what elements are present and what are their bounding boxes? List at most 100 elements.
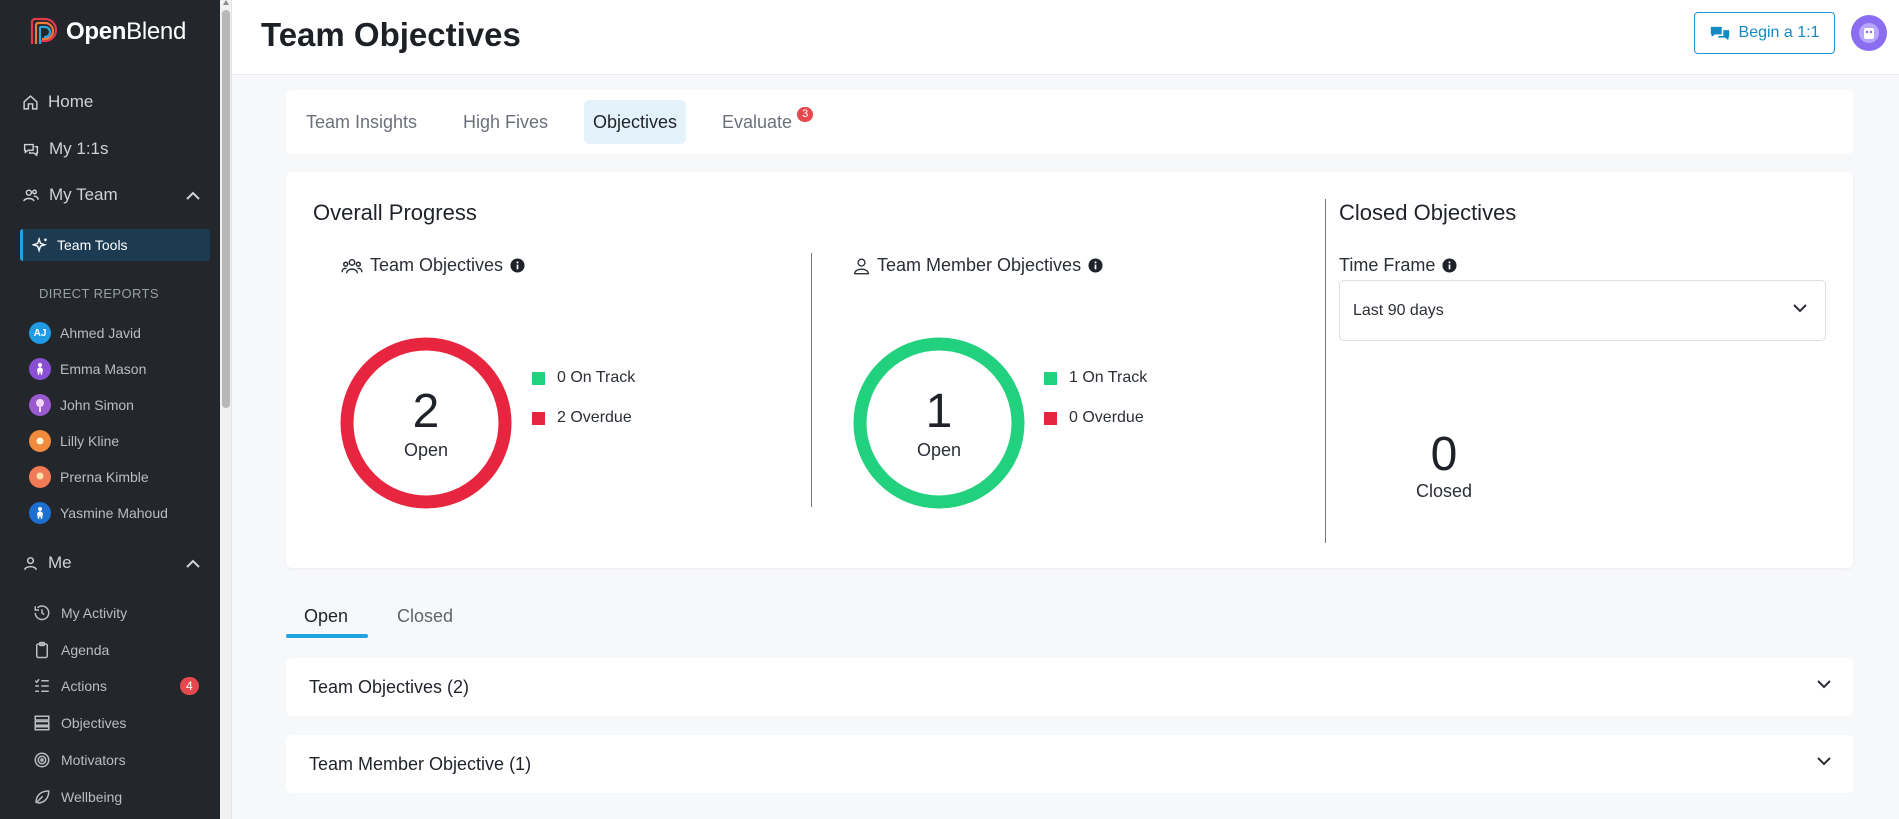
team-on-track-legend: 0 On Track — [532, 369, 635, 387]
objectives-tabs: Team Insights High Fives Objectives Eval… — [286, 90, 1853, 154]
nav-me[interactable]: Me — [0, 553, 220, 573]
clipboard-icon — [33, 641, 51, 659]
user-avatar[interactable] — [1851, 15, 1887, 51]
tab-evaluate[interactable]: Evaluate 3 — [713, 100, 822, 144]
scrollbar-thumb[interactable] — [222, 10, 230, 408]
nav-my-team-label: My Team — [49, 185, 118, 204]
divider — [811, 253, 812, 507]
team-objectives-heading-label: Team Objectives — [370, 255, 504, 275]
team-open-count: 2 — [412, 384, 440, 438]
chevron-down-icon — [1793, 304, 1807, 313]
info-icon[interactable] — [1442, 258, 1457, 273]
nav-my-11s[interactable]: My 1:1s — [0, 139, 220, 159]
nav-actions[interactable]: Actions 4 — [33, 677, 199, 695]
direct-report-name: John Simon — [60, 397, 134, 413]
overall-progress-title: Overall Progress — [313, 200, 477, 225]
nav-objectives-label: Objectives — [61, 715, 127, 731]
user-icon — [22, 555, 39, 572]
direct-report-name: Yasmine Mahoud — [60, 505, 168, 521]
openblend-logo-text: OpenBlend — [66, 18, 187, 45]
member-overdue-label: 0 Overdue — [1069, 409, 1144, 426]
member-overdue-legend: 0 Overdue — [1044, 409, 1144, 427]
team-icon — [341, 257, 363, 275]
nav-my-team[interactable]: My Team — [0, 185, 220, 205]
closed-count: 0 — [1430, 428, 1458, 481]
user-icon — [853, 257, 870, 275]
time-frame-value: Last 90 days — [1353, 301, 1444, 319]
direct-report-name: Emma Mason — [60, 361, 147, 377]
team-icon — [22, 187, 40, 204]
direct-report-john-simon[interactable]: John Simon — [29, 394, 134, 416]
nav-wellbeing[interactable]: Wellbeing — [33, 788, 122, 806]
nav-objectives[interactable]: Objectives — [33, 714, 126, 732]
team-member-objectives-donut: 1 Open — [853, 337, 1025, 509]
direct-report-prerna-kimble[interactable]: Prerna Kimble — [29, 466, 149, 488]
nav-agenda[interactable]: Agenda — [33, 641, 109, 659]
sparkles-icon — [32, 236, 49, 254]
nav-home[interactable]: Home — [0, 92, 220, 112]
team-member-objectives-heading: Team Member Objectives — [853, 255, 1103, 276]
tab-open[interactable]: Open — [304, 606, 348, 627]
divider — [1325, 199, 1326, 543]
chat-bubbles-icon — [22, 141, 40, 158]
begin-1-1-button[interactable]: Begin a 1:1 — [1694, 12, 1835, 54]
scroll-up-arrow-icon[interactable] — [223, 0, 229, 5]
direct-report-name: Prerna Kimble — [60, 469, 149, 485]
history-icon — [33, 604, 51, 622]
time-frame-select[interactable]: Last 90 days — [1339, 280, 1826, 341]
team-member-objective-accordion-label: Team Member Objective (1) — [309, 753, 532, 774]
nav-my-activity-label: My Activity — [61, 605, 128, 621]
team-objectives-accordion-label: Team Objectives (2) — [309, 676, 470, 697]
leaf-icon — [33, 788, 51, 806]
info-icon[interactable] — [1088, 258, 1103, 273]
tab-high-fives[interactable]: High Fives — [454, 100, 557, 144]
direct-reports-label: DIRECT REPORTS — [39, 286, 159, 301]
time-frame-label: Time Frame — [1339, 255, 1457, 276]
chevron-down-icon — [1817, 757, 1831, 766]
objectives-icon — [33, 714, 51, 732]
team-member-objective-accordion[interactable]: Team Member Objective (1) — [286, 735, 1853, 793]
home-icon — [22, 94, 39, 111]
chat-icon — [1710, 25, 1730, 42]
avatar — [29, 394, 51, 416]
tab-team-insights[interactable]: Team Insights — [297, 100, 426, 144]
direct-report-emma-mason[interactable]: Emma Mason — [29, 358, 146, 380]
chevron-up-icon[interactable] — [186, 191, 200, 200]
nav-wellbeing-label: Wellbeing — [61, 789, 123, 805]
direct-report-yasmine-mahoud[interactable]: Yasmine Mahoud — [29, 502, 168, 524]
team-objectives-donut: 2 Open — [340, 337, 512, 509]
tab-closed[interactable]: Closed — [397, 606, 453, 627]
legend-swatch — [532, 411, 545, 425]
avatar — [29, 430, 51, 452]
tab-objectives[interactable]: Objectives — [584, 100, 687, 144]
nav-my-activity[interactable]: My Activity — [33, 604, 127, 622]
chevron-up-icon[interactable] — [186, 559, 200, 568]
team-objectives-accordion[interactable]: Team Objectives (2) — [286, 658, 1853, 716]
openblend-logo[interactable]: OpenBlend — [28, 16, 186, 48]
direct-report-lilly-kline[interactable]: Lilly Kline — [29, 430, 119, 452]
nav-team-tools-label: Team Tools — [57, 237, 128, 253]
chevron-down-icon — [1817, 680, 1831, 689]
evaluate-count-badge: 3 — [797, 106, 814, 122]
sidebar-scrollbar[interactable] — [220, 0, 232, 819]
team-member-objectives-heading-label: Team Member Objectives — [877, 255, 1082, 275]
checklist-icon — [33, 677, 51, 695]
page-header: Team Objectives Begin a 1:1 — [232, 0, 1899, 75]
member-open-count: 1 — [925, 384, 953, 438]
nav-me-label: Me — [48, 553, 72, 572]
nav-motivators[interactable]: Motivators — [33, 751, 126, 769]
member-open-label: Open — [916, 439, 962, 460]
page-title: Team Objectives — [261, 16, 521, 53]
team-on-track-label: 0 On Track — [557, 369, 636, 386]
member-on-track-label: 1 On Track — [1069, 369, 1148, 386]
direct-report-name: Lilly Kline — [60, 433, 120, 449]
sidebar: OpenBlend Home My 1:1s My Team Team Tool… — [0, 0, 220, 819]
legend-swatch — [1044, 411, 1057, 425]
avatar — [29, 358, 51, 380]
nav-team-tools[interactable]: Team Tools — [20, 229, 210, 261]
nav-agenda-label: Agenda — [61, 642, 110, 658]
direct-report-ahmed-javid[interactable]: AJ Ahmed Javid — [29, 322, 141, 344]
team-overdue-legend: 2 Overdue — [532, 409, 632, 427]
info-icon[interactable] — [510, 258, 525, 273]
actions-count-badge: 4 — [180, 677, 199, 695]
